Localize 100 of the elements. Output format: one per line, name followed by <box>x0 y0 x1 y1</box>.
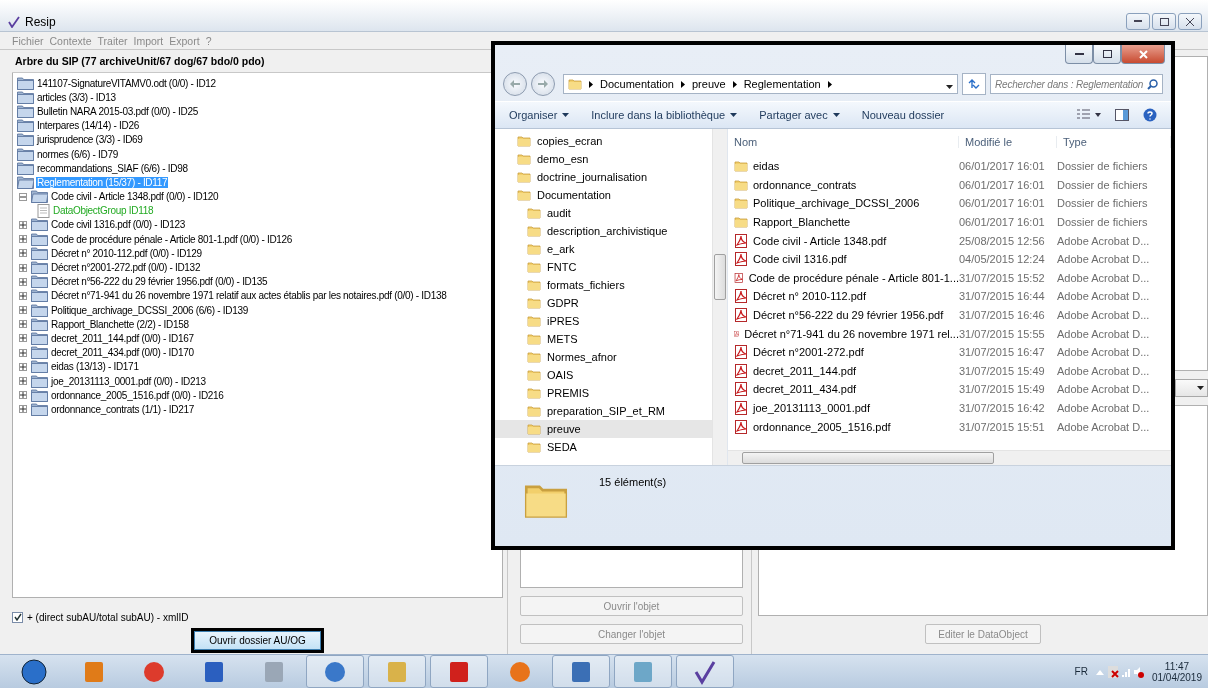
minimize-button[interactable] <box>1126 13 1150 30</box>
tray-icons[interactable] <box>1095 664 1144 679</box>
breadcrumb-item[interactable]: Documentation <box>600 78 674 90</box>
expand-toggle[interactable] <box>19 306 27 315</box>
toolbar-button[interactable]: Inclure dans la bibliothèque <box>591 109 738 121</box>
maximize-button[interactable] <box>1093 45 1121 64</box>
expand-toggle[interactable] <box>19 391 27 400</box>
tree-item[interactable]: recommandations_SIAF (6/6) - ID98 <box>36 162 189 174</box>
tree-item[interactable]: joe_20131113_0001.pdf (0/0) - ID213 <box>50 375 207 387</box>
nav-item[interactable]: audit <box>495 204 712 222</box>
column-header[interactable]: Modifié le <box>959 136 1057 148</box>
tree-item[interactable]: ordonnance_contrats (1/1) - ID217 <box>50 403 195 415</box>
file-row[interactable]: Rapport_Blanchette 06/01/2017 16:01 Dossier de fichiers <box>728 212 1171 232</box>
close-button[interactable] <box>1178 13 1202 30</box>
expand-toggle[interactable] <box>19 277 27 286</box>
tree-item[interactable]: Décret n°71-941 du 26 novembre 1971 relatif aux actes établis par les notaires.pdf (0/0) - ID138 <box>50 290 448 302</box>
nav-item[interactable]: copies_ecran <box>495 132 712 150</box>
file-row[interactable]: decret_2011_144.pdf 31/07/2015 15:49 Adobe Acrobat D... <box>728 361 1171 381</box>
language-indicator[interactable]: FR <box>1074 666 1088 677</box>
file-row[interactable]: Décret n°56-222 du 29 février 1956.pdf 31/07/2015 16:46 Adobe Acrobat D... <box>728 305 1171 325</box>
help-icon[interactable] <box>1143 108 1157 122</box>
expand-toggle[interactable] <box>19 334 27 343</box>
tree-item[interactable]: Code civil - Article 1348.pdf (0/0) - ID120 <box>50 191 220 203</box>
taskbar-app-icon[interactable] <box>552 655 610 688</box>
nav-item[interactable]: preparation_SIP_et_RM <box>495 402 712 420</box>
tree-item[interactable]: Rapport_Blanchette (2/2) - ID158 <box>50 318 190 330</box>
file-row[interactable]: Code civil 1316.pdf 04/05/2015 12:24 Adobe Acrobat D... <box>728 249 1171 269</box>
file-row[interactable]: Politique_archivage_DCSSI_2006 06/01/2017 16:01 Dossier de fichiers <box>728 194 1171 213</box>
tree-item[interactable]: 141107-SignatureVITAMV0.odt (0/0) - ID12 <box>36 77 217 89</box>
tree-item[interactable]: articles (3/3) - ID13 <box>36 91 117 103</box>
nav-item[interactable]: OAIS <box>495 366 712 384</box>
taskbar-app-icon[interactable] <box>676 655 734 688</box>
file-row[interactable]: Code civil - Article 1348.pdf 25/08/2015 12:56 Adobe Acrobat D... <box>728 231 1171 250</box>
nav-item[interactable]: METS <box>495 330 712 348</box>
tree-item[interactable]: Interpares (14/14) - ID26 <box>36 120 140 132</box>
file-row[interactable]: decret_2011_434.pdf 31/07/2015 15:49 Adobe Acrobat D... <box>728 380 1171 399</box>
expand-toggle[interactable] <box>19 377 27 386</box>
preview-pane-icon[interactable] <box>1115 109 1129 121</box>
nav-item[interactable]: preuve <box>495 420 712 438</box>
tree-item[interactable]: decret_2011_434.pdf (0/0) - ID170 <box>50 347 195 359</box>
maximize-button[interactable] <box>1152 13 1176 30</box>
close-button[interactable] <box>1121 45 1165 64</box>
column-header[interactable]: Type <box>1057 136 1171 148</box>
nav-item[interactable]: PREMIS <box>495 384 712 402</box>
expand-toggle[interactable] <box>19 263 27 272</box>
expand-toggle[interactable] <box>19 235 27 244</box>
nav-item[interactable]: demo_esn <box>495 150 712 168</box>
minimize-button[interactable] <box>1065 45 1093 64</box>
file-row[interactable]: Code de procédure pénale - Article 801-1...31/07/2015 15:52 Adobe Acrobat D... <box>728 268 1171 288</box>
open-folder-button[interactable]: Ouvrir dossier AU/OG <box>194 631 321 650</box>
tree-item[interactable]: Code civil 1316.pdf (0/0) - ID123 <box>50 219 187 231</box>
file-row[interactable]: Décret n°71-941 du 26 novembre 1971 rel...31/07/2015 15:55 Adobe Acrobat D... <box>728 324 1171 343</box>
nav-item[interactable]: FNTC <box>495 258 712 276</box>
tree-item[interactable]: ordonnance_2005_1516.pdf (0/0) - ID216 <box>50 389 225 401</box>
expand-toggle[interactable] <box>19 348 27 357</box>
taskbar-app-icon[interactable] <box>306 655 364 688</box>
address-bar[interactable]: Documentation preuve Reglementation <box>563 74 958 94</box>
file-row[interactable]: joe_20131113_0001.pdf 31/07/2015 16:42 Adobe Acrobat D... <box>728 398 1171 418</box>
file-row[interactable]: Décret n° 2010-112.pdf 31/07/2015 16:44 Adobe Acrobat D... <box>728 287 1171 306</box>
scrollbar[interactable] <box>712 129 727 465</box>
search-field[interactable]: Rechercher dans : Reglementation <box>990 74 1163 94</box>
expand-toggle[interactable] <box>19 249 27 258</box>
tree-item[interactable]: Décret n°56-222 du 29 février 1956.pdf (0/0) - ID135 <box>50 276 269 288</box>
tree-item[interactable]: Décret n° 2010-112.pdf (0/0) - ID129 <box>50 247 203 259</box>
nav-item[interactable]: formats_fichiers <box>495 276 712 294</box>
file-row[interactable]: ordonnance_2005_1516.pdf 31/07/2015 15:51 Adobe Acrobat D... <box>728 417 1171 436</box>
file-row[interactable]: Décret n°2001-272.pdf 31/07/2015 16:47 Adobe Acrobat D... <box>728 342 1171 362</box>
tree-item[interactable]: decret_2011_144.pdf (0/0) - ID167 <box>50 332 195 344</box>
taskbar-app-icon[interactable] <box>430 655 488 688</box>
toolbar-button[interactable]: Partager avec <box>759 109 840 121</box>
refresh-button[interactable] <box>962 73 986 95</box>
expand-toggle[interactable] <box>19 220 27 229</box>
tree-item[interactable]: normes (6/6) - ID79 <box>36 148 119 160</box>
view-options-icon[interactable] <box>1077 109 1101 121</box>
nav-item[interactable]: e_ark <box>495 240 712 258</box>
file-row[interactable]: ordonnance_contrats 06/01/2017 16:01 Dossier de fichiers <box>728 175 1171 195</box>
expand-toggle[interactable] <box>19 405 27 414</box>
breadcrumb-item[interactable]: preuve <box>692 78 726 90</box>
breadcrumb-item[interactable]: Reglementation <box>743 78 821 90</box>
nav-item[interactable]: doctrine_journalisation <box>495 168 712 186</box>
toolbar-button[interactable]: Organiser <box>509 109 570 121</box>
nav-item[interactable]: Normes_afnor <box>495 348 712 366</box>
tree-item[interactable]: Code de procédure pénale - Article 801-1.pdf (0/0) - ID126 <box>50 233 294 245</box>
expand-toggle[interactable] <box>19 192 27 201</box>
nav-item[interactable]: iPRES <box>495 312 712 330</box>
tree-item[interactable]: Bulletin NARA 2015-03.pdf (0/0) - ID25 <box>36 105 199 117</box>
scrollbar[interactable] <box>728 450 1171 465</box>
tree-item[interactable]: Décret n°2001-272.pdf (0/0) - ID132 <box>50 262 202 274</box>
tree-item[interactable]: eidas (13/13) - ID171 <box>50 361 140 373</box>
column-header[interactable]: Nom <box>728 136 959 148</box>
checkbox[interactable] <box>12 611 23 623</box>
tree-item[interactable]: jurisprudence (3/3) - ID69 <box>36 134 144 146</box>
expand-toggle[interactable] <box>19 320 27 329</box>
nav-item[interactable]: GDPR <box>495 294 712 312</box>
tree-item[interactable]: Politique_archivage_DCSSI_2006 (6/6) - ID139 <box>50 304 249 316</box>
expand-toggle[interactable] <box>19 362 27 371</box>
expand-toggle[interactable] <box>19 291 27 300</box>
toolbar-button[interactable]: Nouveau dossier <box>861 109 945 121</box>
dropdown-field[interactable] <box>1175 379 1208 398</box>
nav-item[interactable]: description_archivistique <box>495 222 712 240</box>
